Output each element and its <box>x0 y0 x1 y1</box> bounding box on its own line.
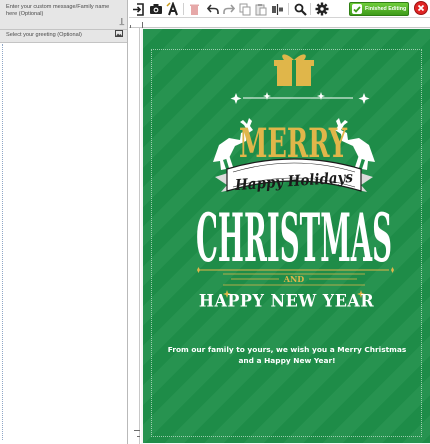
image-icon[interactable] <box>115 30 123 40</box>
paste-icon[interactable] <box>253 1 268 17</box>
and-text: AND <box>283 274 305 284</box>
copy-icon[interactable] <box>237 1 252 17</box>
camera-icon[interactable] <box>148 1 163 17</box>
toolbar-divider <box>288 3 289 15</box>
finished-editing-label: Finished Editing <box>365 6 407 12</box>
greeting-select-label: Select your greeting (Optional) <box>6 32 82 38</box>
greeting-select-field[interactable]: Select your greeting (Optional) <box>0 30 127 43</box>
christmas-card[interactable]: MERRY Happy Holidays CHRISTMAS AND HAPPY… <box>143 29 430 443</box>
delete-icon[interactable] <box>187 1 202 17</box>
card-artwork: MERRY Happy Holidays CHRISTMAS AND <box>196 54 394 298</box>
editor-toolbar: Finished Editing <box>129 0 430 18</box>
editor-sidebar: Enter your custom message/Family name he… <box>0 0 128 444</box>
panel-guide-line <box>2 44 3 440</box>
exit-icon[interactable] <box>131 1 146 17</box>
custom-message-field[interactable]: Enter your custom message/Family name he… <box>0 0 127 30</box>
settings-icon[interactable] <box>314 1 329 17</box>
christmas-heading: CHRISTMAS <box>196 199 392 277</box>
custom-message-label: Enter your custom message/Family name he… <box>6 4 110 17</box>
search-icon[interactable] <box>293 1 308 17</box>
toolbar-divider <box>310 3 311 15</box>
horizontal-ruler <box>129 19 430 28</box>
undo-icon[interactable] <box>205 1 220 17</box>
close-icon[interactable] <box>414 1 428 15</box>
happy-new-year-heading: HAPPY NEW YEAR <box>198 290 375 311</box>
finished-editing-button[interactable]: Finished Editing <box>349 2 409 16</box>
text-style-icon[interactable] <box>165 1 180 17</box>
card-message-text[interactable]: From our family to yours, we wish you a … <box>167 344 407 366</box>
gift-icon <box>274 54 314 86</box>
redo-icon[interactable] <box>221 1 236 17</box>
toolbar-divider <box>183 3 184 15</box>
text-cursor-icon[interactable]: I̲ <box>121 18 123 26</box>
checkmark-icon <box>352 4 362 14</box>
design-canvas[interactable]: MERRY Happy Holidays CHRISTMAS AND HAPPY… <box>141 28 430 444</box>
align-icon[interactable] <box>270 1 285 17</box>
vertical-ruler <box>129 28 140 444</box>
